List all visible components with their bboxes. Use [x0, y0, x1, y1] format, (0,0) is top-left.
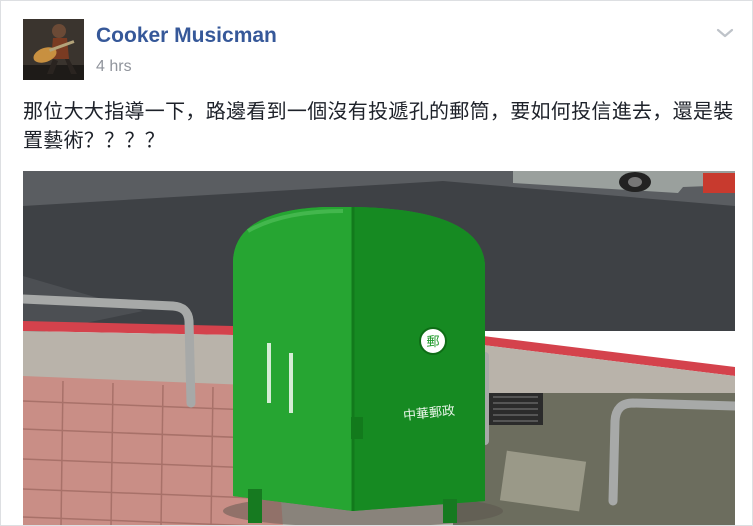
chevron-down-icon[interactable] [713, 23, 737, 43]
post-card: Cooker Musicman 4 hrs 那位大大指導一下，路邊看到一個沒有投… [0, 0, 753, 526]
author-avatar[interactable] [23, 19, 84, 80]
post-text: 那位大大指導一下，路邊看到一個沒有投遞孔的郵筒，要如何投信進去，還是裝置藝術？？… [23, 99, 734, 152]
green-mailbox-photo[interactable]: 郵 中華郵政 [23, 171, 735, 526]
svg-text:郵: 郵 [426, 335, 439, 350]
author-name-link[interactable]: Cooker Musicman [96, 24, 277, 48]
post-timestamp[interactable]: 4 hrs [96, 58, 132, 76]
guitarist-avatar-icon [23, 19, 84, 80]
